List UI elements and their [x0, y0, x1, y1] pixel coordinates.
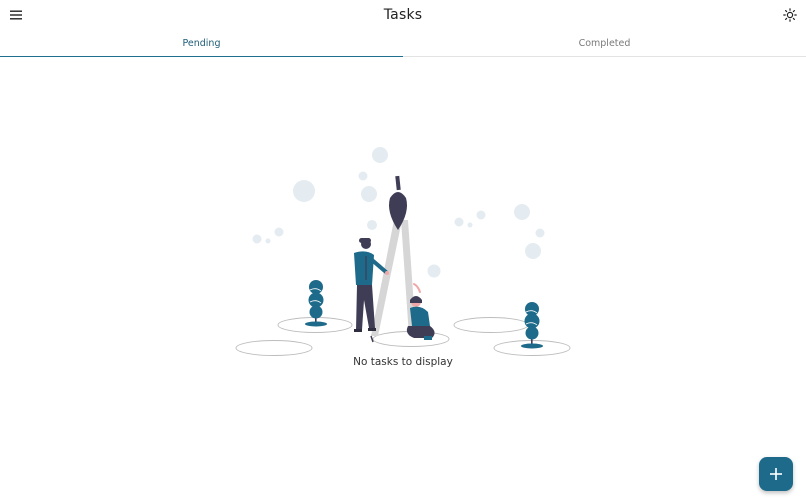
page-title: Tasks [383, 7, 423, 23]
compass [370, 175, 416, 343]
app-window: Tasks Pending Completed No tasks to disp… [0, 0, 806, 504]
hamburger-menu-icon [10, 10, 22, 20]
theme-toggle-button[interactable] [780, 5, 800, 25]
menu-button[interactable] [6, 5, 26, 25]
ground-ellipses [235, 317, 571, 356]
tab-bar: Pending Completed [0, 30, 806, 57]
tab-pending[interactable]: Pending [0, 30, 403, 57]
left-tree [305, 280, 327, 327]
tab-completed-label: Completed [578, 37, 631, 49]
add-task-button[interactable] [759, 457, 793, 491]
empty-state-message: No tasks to display [353, 356, 453, 368]
tab-completed[interactable]: Completed [403, 30, 806, 56]
sun-icon [783, 8, 797, 22]
plus-icon [770, 468, 782, 480]
right-tree [521, 302, 543, 349]
empty-state-compass-illustration [235, 147, 571, 356]
top-app-bar: Tasks [0, 0, 806, 30]
tab-pending-label: Pending [182, 37, 221, 49]
